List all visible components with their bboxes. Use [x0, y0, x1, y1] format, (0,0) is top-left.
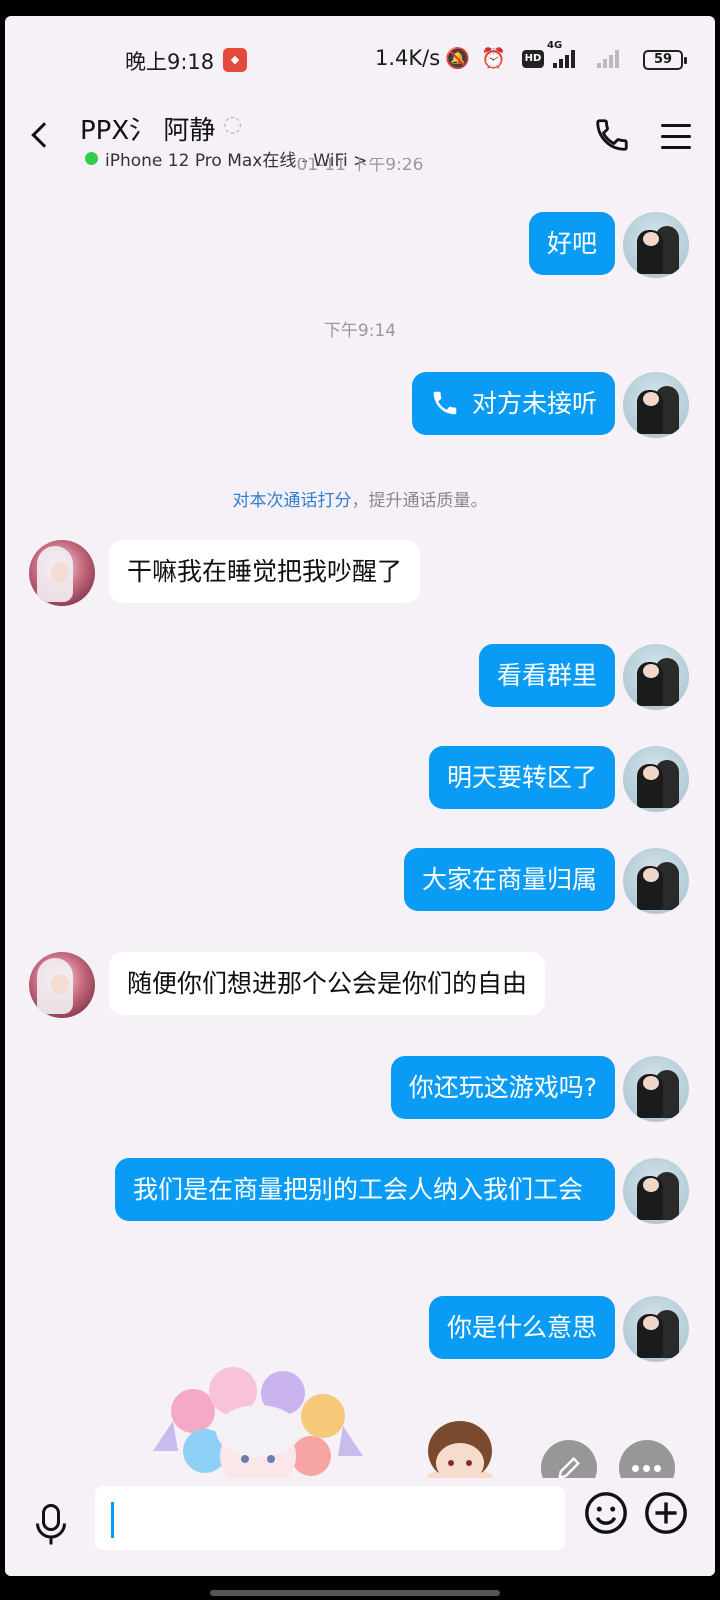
menu-icon[interactable] — [661, 124, 691, 150]
sticker-image[interactable] — [415, 1411, 505, 1481]
emoji-icon[interactable] — [583, 1490, 629, 1536]
call-message[interactable]: 对方未接听 — [411, 372, 615, 435]
avatar-self[interactable] — [623, 372, 689, 438]
chat-screen: 晚上9:18 ◆ 1.4K/s 🔕 ⏰ HD 4G 59 PPX氵 阿静 ◌ i… — [5, 16, 715, 1576]
mic-icon[interactable] — [33, 1502, 69, 1548]
avatar-self[interactable] — [623, 212, 689, 278]
signal-icon — [553, 50, 575, 68]
signal2-icon — [597, 50, 619, 68]
timestamp: 下午9:14 — [323, 321, 397, 341]
message-sent[interactable]: 看看群里 — [478, 644, 615, 707]
hd-icon: HD — [522, 50, 544, 68]
mute-icon: 🔕 — [445, 46, 470, 70]
battery-icon: 59 — [643, 50, 687, 70]
avatar-contact[interactable] — [29, 952, 95, 1018]
ear-icon: ◌ — [223, 112, 243, 137]
message-sent[interactable]: 好吧 — [528, 212, 615, 275]
alarm-icon: ⏰ — [481, 46, 506, 70]
message-received[interactable]: 随便你们想进那个公会是你们的自由 — [109, 952, 546, 1015]
avatar-self[interactable] — [623, 1296, 689, 1362]
status-time: 晚上9:18 — [125, 50, 215, 74]
message-sent[interactable]: 你还玩这游戏吗? — [390, 1056, 615, 1119]
contact-name[interactable]: PPX氵 阿静 — [80, 110, 215, 147]
avatar-self[interactable] — [623, 1056, 689, 1122]
message-received[interactable]: 干嘛我在睡觉把我吵醒了 — [109, 540, 421, 603]
message-sent[interactable]: 我们是在商量把别的工会人纳入我们工会 — [115, 1158, 615, 1221]
rate-call-link[interactable]: 对本次通话打分 — [233, 491, 352, 511]
timestamp: 01-11 下午9:26 — [296, 158, 424, 175]
app-notification-icon: ◆ — [223, 48, 247, 72]
plus-icon[interactable] — [643, 1490, 689, 1536]
avatar-contact[interactable] — [29, 540, 95, 606]
status-bar: 晚上9:18 ◆ 1.4K/s 🔕 ⏰ HD 4G 59 — [5, 16, 715, 74]
sticker-image[interactable] — [133, 1361, 383, 1481]
call-status-text: 对方未接听 — [471, 389, 597, 418]
input-bar — [5, 1478, 715, 1576]
message-sent[interactable]: 你是什么意思 — [428, 1296, 615, 1359]
avatar-self[interactable] — [623, 644, 689, 710]
avatar-self[interactable] — [623, 848, 689, 914]
message-sent[interactable]: 大家在商量归属 — [403, 848, 615, 911]
text-caret — [111, 1502, 114, 1538]
call-icon — [433, 391, 457, 415]
message-input[interactable] — [95, 1486, 565, 1550]
message-sent[interactable]: 明天要转区了 — [428, 746, 615, 809]
back-icon[interactable] — [31, 122, 57, 148]
call-rating-hint: 对本次通话打分，提升通话质量。 — [5, 486, 715, 511]
hint-text: ，提升通话质量。 — [351, 491, 488, 511]
network-speed: 1.4K/s — [375, 46, 441, 70]
avatar-self[interactable] — [623, 746, 689, 812]
phone-icon[interactable] — [593, 116, 631, 154]
avatar-self[interactable] — [623, 1158, 689, 1224]
home-indicator[interactable] — [210, 1590, 500, 1596]
